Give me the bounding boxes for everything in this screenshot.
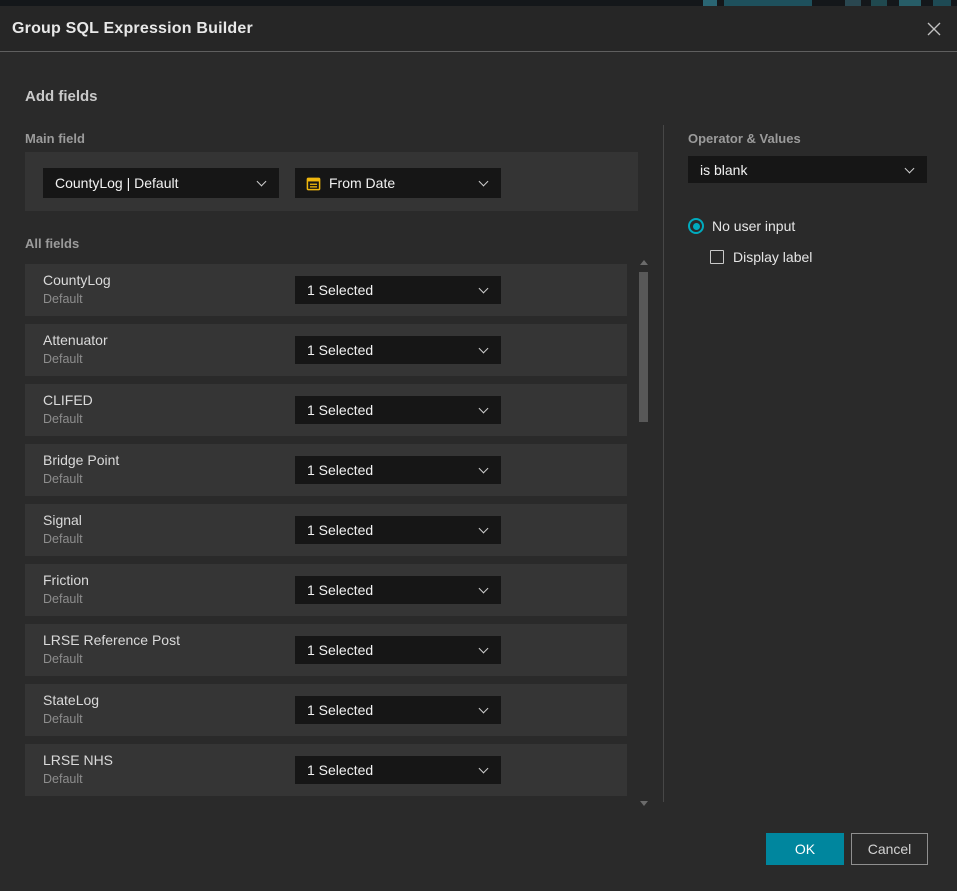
group-sql-expression-builder-dialog: Group SQL Expression Builder Add fields … (0, 6, 957, 891)
main-field-panel: CountyLog | Default From Date (25, 152, 638, 211)
chevron-down-icon (479, 464, 489, 474)
field-selection-dropdown[interactable]: 1 Selected (295, 456, 501, 484)
field-selection-dropdown[interactable]: 1 Selected (295, 696, 501, 724)
field-row: LRSE Reference Post Default 1 Selected (25, 624, 627, 676)
close-button[interactable] (923, 18, 945, 40)
field-row: Friction Default 1 Selected (25, 564, 627, 616)
chevron-down-icon (479, 644, 489, 654)
field-sublabel: Default (43, 772, 83, 786)
field-name: CountyLog (43, 272, 111, 288)
field-row: Signal Default 1 Selected (25, 504, 627, 556)
all-fields-list: CountyLog Default 1 Selected Attenuator … (25, 264, 627, 804)
dialog-title: Group SQL Expression Builder (12, 6, 253, 52)
field-sublabel: Default (43, 472, 83, 486)
add-fields-heading: Add fields (25, 88, 98, 105)
field-row: CountyLog Default 1 Selected (25, 264, 627, 316)
field-name: Attenuator (43, 332, 108, 348)
chevron-down-icon (905, 163, 915, 173)
no-user-input-radio[interactable]: No user input (688, 218, 795, 234)
field-row: Bridge Point Default 1 Selected (25, 444, 627, 496)
operator-values-label: Operator & Values (688, 131, 801, 146)
chevron-down-icon (479, 764, 489, 774)
display-label-checkbox[interactable]: Display label (710, 249, 812, 265)
field-name: CLIFED (43, 392, 93, 408)
field-selection-value: 1 Selected (295, 702, 480, 718)
vertical-divider (663, 125, 664, 802)
chevron-down-icon (479, 704, 489, 714)
layer-select-value: CountyLog | Default (43, 175, 258, 191)
main-field-label: Main field (25, 131, 85, 146)
field-sublabel: Default (43, 592, 83, 606)
field-sublabel: Default (43, 652, 83, 666)
field-name: Bridge Point (43, 452, 119, 468)
calendar-icon (306, 176, 321, 191)
field-select[interactable]: From Date (295, 168, 501, 198)
field-row: LRSE NHS Default 1 Selected (25, 744, 627, 796)
operator-select-value: is blank (688, 162, 906, 178)
chevron-down-icon (257, 177, 267, 187)
field-selection-value: 1 Selected (295, 402, 480, 418)
chevron-down-icon (479, 177, 489, 187)
field-name: LRSE NHS (43, 752, 113, 768)
field-selection-dropdown[interactable]: 1 Selected (295, 396, 501, 424)
operator-select[interactable]: is blank (688, 156, 927, 183)
ok-button[interactable]: OK (766, 833, 844, 865)
field-selection-dropdown[interactable]: 1 Selected (295, 516, 501, 544)
chevron-down-icon (479, 344, 489, 354)
field-selection-value: 1 Selected (295, 642, 480, 658)
field-sublabel: Default (43, 352, 83, 366)
field-sublabel: Default (43, 292, 83, 306)
scrollbar-thumb[interactable] (639, 272, 648, 422)
chevron-down-icon (479, 524, 489, 534)
radio-selected-icon (688, 218, 704, 234)
field-selection-value: 1 Selected (295, 762, 480, 778)
field-name: StateLog (43, 692, 99, 708)
cancel-button[interactable]: Cancel (851, 833, 928, 865)
field-sublabel: Default (43, 532, 83, 546)
field-selection-value: 1 Selected (295, 462, 480, 478)
chevron-down-icon (479, 584, 489, 594)
field-selection-dropdown[interactable]: 1 Selected (295, 756, 501, 784)
field-selection-dropdown[interactable]: 1 Selected (295, 276, 501, 304)
all-fields-label: All fields (25, 236, 79, 251)
field-name: Friction (43, 572, 89, 588)
scroll-up-icon[interactable] (640, 260, 648, 265)
field-selection-value: 1 Selected (295, 522, 480, 538)
field-sublabel: Default (43, 712, 83, 726)
radio-label: No user input (712, 218, 795, 234)
field-name: LRSE Reference Post (43, 632, 180, 648)
chevron-down-icon (479, 404, 489, 414)
field-selection-value: 1 Selected (295, 282, 480, 298)
chevron-down-icon (479, 284, 489, 294)
field-row: CLIFED Default 1 Selected (25, 384, 627, 436)
field-selection-dropdown[interactable]: 1 Selected (295, 576, 501, 604)
field-selection-dropdown[interactable]: 1 Selected (295, 636, 501, 664)
dialog-header: Group SQL Expression Builder (0, 6, 957, 52)
field-selection-value: 1 Selected (295, 342, 480, 358)
field-selection-value: 1 Selected (295, 582, 480, 598)
field-sublabel: Default (43, 412, 83, 426)
field-selection-dropdown[interactable]: 1 Selected (295, 336, 501, 364)
checkbox-unchecked-icon (710, 250, 724, 264)
field-row: Attenuator Default 1 Selected (25, 324, 627, 376)
field-name: Signal (43, 512, 82, 528)
list-scrollbar[interactable] (637, 256, 651, 808)
field-select-value: From Date (321, 175, 480, 191)
layer-select[interactable]: CountyLog | Default (43, 168, 279, 198)
field-row: StateLog Default 1 Selected (25, 684, 627, 736)
checkbox-label: Display label (733, 249, 812, 265)
scroll-down-icon[interactable] (640, 801, 648, 806)
close-icon (925, 20, 943, 38)
